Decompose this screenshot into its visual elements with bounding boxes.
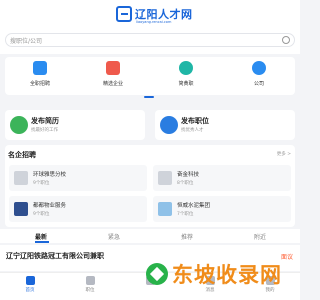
job-post-icon	[160, 116, 178, 134]
nav-label: 首页	[25, 288, 35, 293]
app-page: 辽阳人才网 liaoyang.rencai.com 搜职位/公司 全职招聘 精选…	[0, 0, 300, 300]
company-job-count: 9个职位	[33, 181, 50, 186]
watermark-text: 东坡收录网	[172, 263, 282, 287]
search-icon[interactable]	[282, 36, 290, 44]
company-card[interactable]: 环球雅思分校 9个职位	[9, 165, 147, 191]
more-link[interactable]: 更多 >	[277, 151, 291, 157]
company-logo-icon	[14, 202, 28, 216]
building-icon	[106, 61, 120, 75]
watermark-logo-icon	[146, 263, 168, 285]
company-card[interactable]: 恒威水泥集团 7个职位	[153, 196, 291, 222]
company-card[interactable]: 都都物业服务 9个职位	[9, 196, 147, 222]
publish-resume-subtitle: 找最好的工作	[31, 128, 58, 133]
publish-resume-title: 发布简历	[31, 117, 59, 125]
publish-job-subtitle: 找优秀人才	[181, 128, 204, 133]
watermark: 东坡收录网	[146, 259, 282, 289]
job-salary: 面议	[280, 254, 293, 261]
company-name: 环球雅思分校	[33, 172, 67, 178]
company-logo-icon	[14, 171, 28, 185]
header: 辽阳人才网 liaoyang.rencai.com 搜职位/公司	[0, 0, 300, 54]
quick-item-label: 精选企业	[102, 81, 123, 87]
logo-icon	[116, 6, 132, 22]
company-card[interactable]: 奋金科技 8个职位	[153, 165, 291, 191]
company-job-count: 9个职位	[33, 212, 50, 217]
tab-latest[interactable]: 最新	[35, 232, 47, 241]
section-title: 名企招聘	[8, 151, 36, 159]
briefcase-icon	[85, 276, 95, 285]
home-icon	[25, 276, 35, 285]
nav-label: 职位	[85, 288, 95, 293]
tab-recommended[interactable]: 推荐	[181, 232, 193, 241]
quick-item-label: 简黄职	[178, 81, 194, 87]
quick-item-featured-companies[interactable]: 精选企业	[93, 61, 133, 87]
logo-subtitle: liaoyang.rencai.com	[136, 20, 172, 24]
tab-nearby[interactable]: 附近	[254, 232, 266, 241]
company-job-count: 8个职位	[177, 181, 194, 186]
resume-icon	[10, 116, 28, 134]
publish-job-card[interactable]: 发布职位 找优秀人才	[155, 110, 295, 140]
quick-item-label: 公司	[253, 81, 264, 87]
company-logo-icon	[158, 202, 172, 216]
briefcase-icon	[33, 61, 47, 75]
clock-icon	[179, 61, 193, 75]
search-placeholder: 搜职位/公司	[10, 38, 43, 45]
company-name: 都都物业服务	[33, 203, 67, 209]
active-tab-indicator	[35, 241, 49, 243]
nav-jobs[interactable]: 职位	[70, 276, 110, 293]
quick-item-company[interactable]: 公司	[239, 61, 279, 87]
famous-companies-section: 名企招聘 更多 > 环球雅思分校 9个职位 奋金科技 8个职位 都都物业服务 9…	[5, 145, 295, 227]
publish-resume-card[interactable]: 发布简历 找最好的工作	[5, 110, 145, 140]
company-logo-icon	[158, 171, 172, 185]
publish-job-title: 发布职位	[181, 117, 209, 125]
company-job-count: 7个职位	[177, 212, 194, 217]
quick-item-parttime[interactable]: 简黄职	[166, 61, 206, 87]
nav-home[interactable]: 首页	[10, 276, 50, 293]
job-title: 辽宁辽阳铁路冠工有限公司兼职	[6, 252, 104, 260]
company-name: 恒威水泥集团	[177, 203, 211, 209]
quick-menu: 全职招聘 精选企业 简黄职 公司	[5, 57, 295, 95]
page-indicator	[144, 96, 154, 98]
user-icon	[252, 61, 266, 75]
quick-item-fulltime[interactable]: 全职招聘	[20, 61, 60, 87]
search-input[interactable]: 搜职位/公司	[5, 33, 295, 47]
tab-urgent[interactable]: 紧急	[108, 232, 120, 241]
quick-item-label: 全职招聘	[29, 81, 50, 87]
company-name: 奋金科技	[177, 172, 200, 178]
